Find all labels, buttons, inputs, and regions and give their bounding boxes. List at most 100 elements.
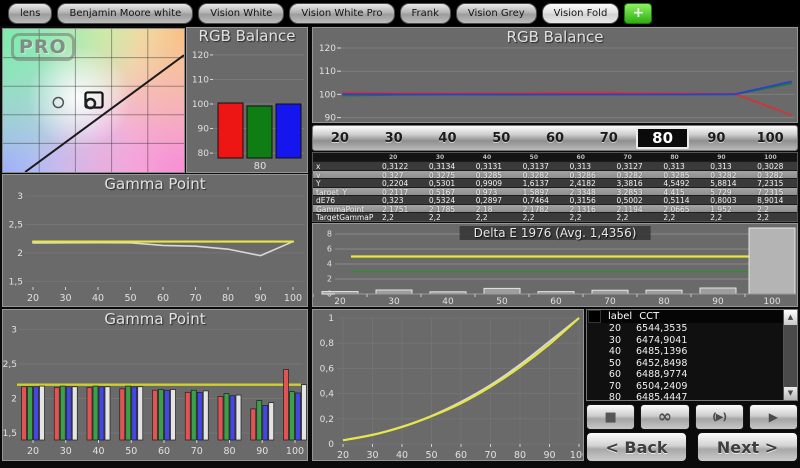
cct-table-header: label CCT <box>587 310 797 323</box>
cct-row-60[interactable]: 606488,9774 <box>587 369 784 381</box>
gamma-point-bar-panel: 1,522,532030405060708090100 Gamma Point <box>2 309 308 461</box>
cct-header-label: label <box>608 311 632 322</box>
svg-text:70: 70 <box>484 450 496 460</box>
cct-row-50[interactable]: 506452,8498 <box>587 358 784 370</box>
scroll-track[interactable] <box>784 325 797 387</box>
svg-text:100: 100 <box>286 446 304 457</box>
gamma-curve-chart: 00,20,40,60,812030405060708090100 <box>313 310 583 460</box>
svg-text:80: 80 <box>198 149 210 159</box>
chart-title: RGB Balance <box>187 28 307 45</box>
cie-chromaticity-panel: PRO <box>2 28 185 173</box>
svg-text:6: 6 <box>327 245 332 254</box>
svg-text:90: 90 <box>254 293 266 304</box>
svg-text:90: 90 <box>325 114 337 122</box>
svg-text:50: 50 <box>125 446 137 457</box>
tab-vision-white[interactable]: Vision White <box>198 3 284 24</box>
stop-button[interactable]: ■ <box>586 404 635 430</box>
tab-vision-grey[interactable]: Vision Grey <box>456 3 537 24</box>
gamma-point-line-panel: 1,522,532030405060708090100 Gamma Point <box>2 174 308 307</box>
svg-text:100: 100 <box>284 293 302 304</box>
slider-value-20[interactable]: 20 <box>313 126 367 150</box>
svg-text:20: 20 <box>337 450 349 460</box>
tab-frank[interactable]: Frank <box>400 3 451 24</box>
slider-value-80-selected[interactable]: 80 <box>636 126 690 150</box>
svg-text:3: 3 <box>17 192 23 202</box>
pro-watermark: PRO <box>11 33 75 61</box>
scroll-down-icon[interactable]: ▼ <box>784 387 797 400</box>
slider-value-50[interactable]: 50 <box>474 126 528 150</box>
add-tab-button[interactable]: + <box>624 3 652 24</box>
table-row-de76: dE760,3230,53240,28970,74640,31560,50020… <box>313 195 797 204</box>
play-button[interactable]: ▶ <box>749 404 798 430</box>
tab-vision-white-pro[interactable]: Vision White Pro <box>289 3 394 24</box>
slider-value-60[interactable]: 60 <box>528 126 582 150</box>
svg-text:90: 90 <box>543 450 555 460</box>
svg-text:40: 40 <box>92 293 104 304</box>
svg-text:2: 2 <box>327 275 332 284</box>
measurement-table: 2030405060708090100x0,31220,31340,31310,… <box>312 152 798 222</box>
svg-text:50: 50 <box>425 450 437 460</box>
tab-vision-fold[interactable]: Vision Fold <box>542 3 620 24</box>
calibration-app-window: lensBenjamin Moore whiteVision WhiteVisi… <box>0 0 800 468</box>
svg-text:80: 80 <box>514 450 526 460</box>
slider-value-40[interactable]: 40 <box>421 126 475 150</box>
cct-header-cct: CCT <box>639 311 659 322</box>
svg-text:2: 2 <box>11 395 17 405</box>
svg-text:100: 100 <box>319 90 336 100</box>
svg-text:100: 100 <box>192 100 209 110</box>
svg-text:50: 50 <box>124 293 136 304</box>
cct-table-panel: label CCT 206544,3535306474,9041406485,1… <box>586 309 798 401</box>
svg-text:1,5: 1,5 <box>9 277 23 287</box>
svg-text:2,5: 2,5 <box>3 360 17 370</box>
svg-text:60: 60 <box>550 297 562 306</box>
svg-text:50: 50 <box>496 297 508 306</box>
rgb-balance-bar-chart: 809010011012080 <box>187 45 307 172</box>
slider-value-70[interactable]: 70 <box>582 126 636 150</box>
cct-row-40[interactable]: 406485,1396 <box>587 346 784 358</box>
svg-text:30: 30 <box>59 293 71 304</box>
scroll-up-icon[interactable]: ▲ <box>784 310 797 325</box>
svg-text:3: 3 <box>11 325 17 335</box>
gamma-curve-panel: 00,20,40,60,812030405060708090100 <box>312 309 584 461</box>
tab-benjamin-moore-white[interactable]: Benjamin Moore white <box>57 3 193 24</box>
play-once-button[interactable]: (▶) <box>695 404 744 430</box>
cct-scrollbar[interactable]: ▲ ▼ <box>783 310 797 400</box>
rgb-balance-line-panel: 90100110120 RGB Balance <box>312 27 798 123</box>
svg-text:80: 80 <box>254 161 267 172</box>
svg-text:90: 90 <box>198 125 210 135</box>
svg-text:40: 40 <box>442 297 454 306</box>
next-button[interactable]: Next > <box>697 432 798 462</box>
rgb-balance-line-chart: 90100110120 <box>313 28 797 122</box>
svg-text:2,5: 2,5 <box>9 221 23 231</box>
cct-row-20[interactable]: 206544,3535 <box>587 323 784 335</box>
svg-text:40: 40 <box>92 446 104 457</box>
svg-text:40: 40 <box>396 450 408 460</box>
svg-text:60: 60 <box>455 450 467 460</box>
svg-text:90: 90 <box>712 297 724 306</box>
slider-value-100[interactable]: 100 <box>743 126 797 150</box>
chart-title: Delta E 1976 (Avg. 1,4356) <box>460 226 651 240</box>
svg-text:120: 120 <box>319 44 336 54</box>
svg-text:70: 70 <box>604 297 616 306</box>
slider-value-90[interactable]: 90 <box>689 126 743 150</box>
rgb-balance-bar-panel: RGB Balance 809010011012080 <box>186 27 308 173</box>
cct-header-selector <box>588 310 601 323</box>
slider-value-30[interactable]: 30 <box>367 126 421 150</box>
cct-row-70[interactable]: 706504,2409 <box>587 381 784 393</box>
svg-text:120: 120 <box>192 51 209 61</box>
loop-button[interactable]: ∞ <box>640 404 689 430</box>
svg-text:100: 100 <box>763 297 780 306</box>
tab-lens[interactable]: lens <box>8 3 52 24</box>
table-row-targetgammap: TargetGammaP2,22,22,22,22,22,22,22,22,2 <box>313 212 797 221</box>
svg-text:2: 2 <box>17 249 23 259</box>
svg-text:80: 80 <box>223 446 235 457</box>
back-button[interactable]: < Back <box>586 432 687 462</box>
gamma-point-line-chart: 1,522,532030405060708090100 <box>3 175 307 306</box>
cct-row-80[interactable]: 806485,4447 <box>587 392 784 400</box>
tab-bar: lensBenjamin Moore whiteVision WhiteVisi… <box>0 0 800 26</box>
cct-row-30[interactable]: 306474,9041 <box>587 335 784 347</box>
svg-text:30: 30 <box>388 297 400 306</box>
svg-text:20: 20 <box>27 293 39 304</box>
svg-text:0: 0 <box>328 440 334 450</box>
measurement-table-columns: 2030405060708090100 <box>313 153 797 161</box>
